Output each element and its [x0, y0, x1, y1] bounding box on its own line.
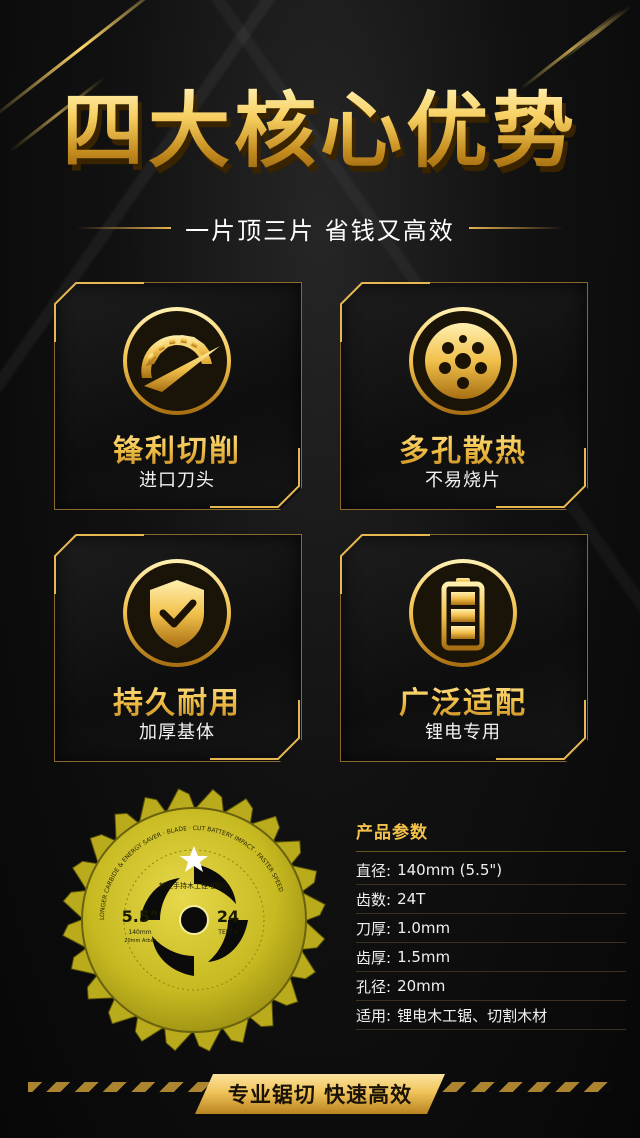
- param-label: 齿数:: [356, 890, 392, 909]
- feature-title: 广泛适配: [340, 678, 586, 722]
- param-row-tooth-thickness: 齿厚: 1.5mm: [356, 943, 626, 972]
- param-label: 适用:: [356, 1006, 392, 1025]
- param-value: 24T: [397, 890, 426, 908]
- blade-teeth-unit: TEETH: [217, 929, 237, 936]
- param-value: 1.5mm: [397, 948, 451, 966]
- divider-line: [76, 227, 172, 229]
- blade-bore: 20mm Arbor: [124, 938, 156, 944]
- feature-subtitle: 锂电专用: [425, 722, 501, 743]
- page-title: 四大核心优势: [0, 82, 640, 182]
- param-label: 齿厚:: [356, 948, 392, 967]
- blade-brand-line: 新型手持木工锂电锯片: [159, 881, 229, 890]
- product-params: 产品参数 直径: 140mm (5.5") 齿数: 24T 刀厚: 1.0mm …: [356, 818, 626, 1030]
- feature-subtitle: 进口刀头: [139, 470, 215, 491]
- feature-title: 持久耐用: [54, 678, 300, 722]
- param-label: 孔径:: [356, 977, 392, 996]
- holes-disc-icon: [409, 307, 517, 415]
- blade-diameter: 140mm: [128, 929, 151, 936]
- param-row-bore: 孔径: 20mm: [356, 972, 626, 1001]
- battery-icon: [409, 559, 517, 667]
- feature-subtitle: 加厚基体: [139, 722, 215, 743]
- blade-size-label: 5.5": [122, 907, 159, 926]
- subtitle-row: 一片顶三片 省钱又高效: [0, 208, 640, 248]
- param-row-teeth: 齿数: 24T: [356, 885, 626, 914]
- feature-title: 多孔散热: [340, 426, 586, 470]
- param-label: 直径:: [356, 861, 392, 880]
- param-value: 140mm (5.5"): [397, 861, 503, 879]
- param-value: 1.0mm: [397, 919, 451, 937]
- shield-check-icon: [123, 559, 231, 667]
- param-row-blade-thickness: 刀厚: 1.0mm: [356, 914, 626, 943]
- blade-teeth-count: 24: [217, 907, 239, 926]
- saw-speedometer-icon: [123, 307, 231, 415]
- param-row-application: 适用: 锂电木工锯、切割木材: [356, 1001, 626, 1030]
- feature-subtitle: 不易烧片: [425, 470, 501, 491]
- bottom-banner: 专业锯切 快速高效: [195, 1074, 445, 1114]
- feature-title: 锋利切削: [54, 426, 300, 470]
- param-value: 锂电木工锯、切割木材: [397, 1006, 548, 1025]
- param-label: 刀厚:: [356, 919, 392, 938]
- params-title: 产品参数: [356, 818, 626, 852]
- param-value: 20mm: [397, 977, 446, 995]
- saw-blade-image: 新型手持木工锂电锯片 5.5" 140mm 20mm Arbor 24 TEET…: [62, 788, 326, 1052]
- divider-line: [468, 227, 564, 229]
- banner-text: 专业锯切 快速高效: [227, 1083, 413, 1107]
- param-row-diameter: 直径: 140mm (5.5"): [356, 856, 626, 885]
- page-subtitle: 一片顶三片 省钱又高效: [185, 216, 455, 245]
